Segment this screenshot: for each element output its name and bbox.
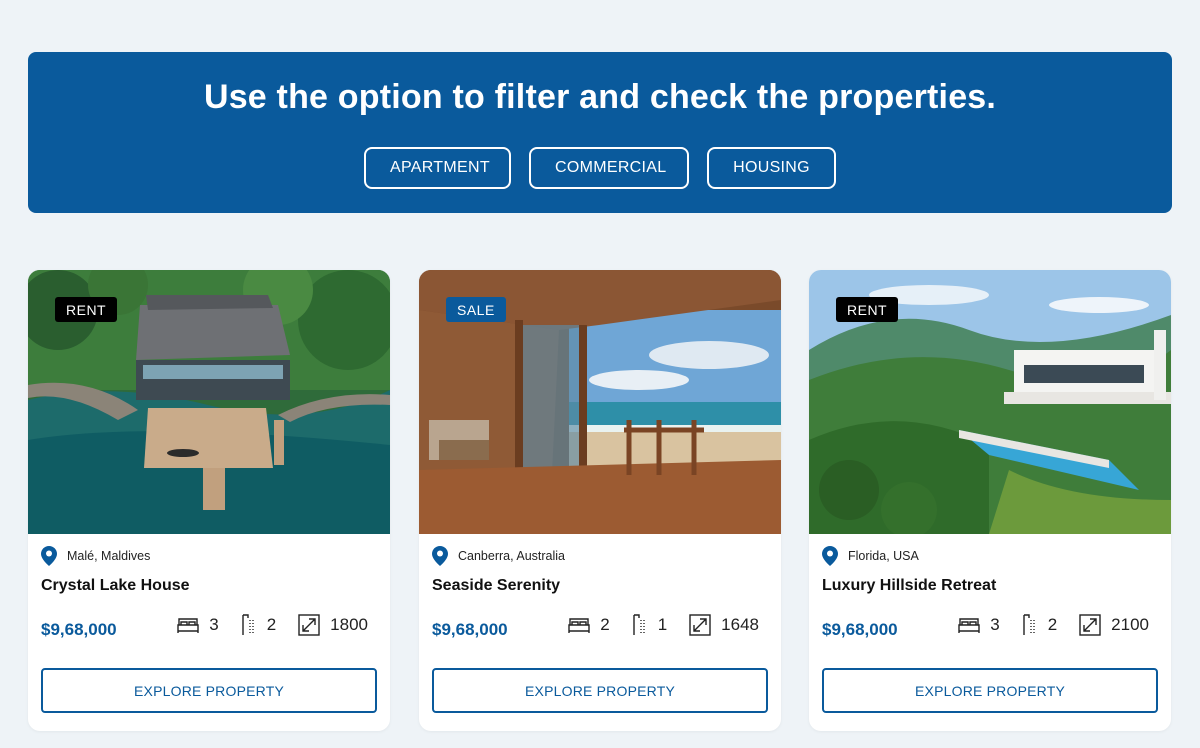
filter-banner: Use the option to filter and check the p… — [28, 52, 1172, 213]
area-feature: 2100 — [1079, 614, 1149, 636]
property-price: $9,68,000 — [432, 620, 508, 639]
bed-icon — [568, 618, 590, 633]
baths-feature: 2 — [1022, 614, 1057, 636]
property-card: RENT Malé, Maldives Crystal Lake House $… — [28, 270, 390, 731]
beds-count: 2 — [600, 615, 610, 634]
location-text: Florida, USA — [848, 549, 919, 563]
map-pin-icon — [432, 546, 448, 566]
explore-property-button[interactable]: EXPLORE PROPERTY — [41, 668, 377, 713]
area-size: 1800 — [330, 615, 368, 634]
beds-count: 3 — [209, 615, 219, 634]
filter-housing[interactable]: HOUSING — [707, 147, 836, 189]
filter-commercial[interactable]: COMMERCIAL — [529, 147, 689, 189]
filter-group: APARTMENT COMMERCIAL HOUSING — [364, 147, 836, 189]
property-card: RENT Florida, USA Luxury Hillside Retrea… — [809, 270, 1171, 731]
area-feature: 1800 — [298, 614, 368, 636]
baths-feature: 2 — [241, 614, 276, 636]
area-expand-icon — [689, 614, 711, 636]
property-location: Canberra, Australia — [432, 546, 565, 566]
beds-count: 3 — [990, 615, 1000, 634]
property-price: $9,68,000 — [822, 620, 898, 639]
status-badge: SALE — [446, 297, 506, 322]
bed-icon — [177, 618, 199, 633]
property-title: Crystal Lake House — [41, 577, 190, 594]
status-badge: RENT — [55, 297, 118, 322]
property-image[interactable]: RENT — [28, 270, 390, 534]
property-image[interactable]: SALE — [419, 270, 781, 534]
property-title: Luxury Hillside Retreat — [822, 577, 997, 594]
beds-feature: 3 — [177, 615, 219, 635]
property-card: SALE Canberra, Australia Seaside Serenit… — [419, 270, 781, 731]
area-expand-icon — [298, 614, 320, 636]
banner-heading: Use the option to filter and check the p… — [203, 78, 997, 116]
baths-count: 1 — [657, 615, 668, 634]
area-size: 1648 — [721, 615, 759, 634]
shower-icon — [242, 614, 254, 635]
property-title: Seaside Serenity — [432, 577, 561, 594]
baths-feature: 1 — [632, 614, 667, 636]
area-feature: 1648 — [689, 614, 759, 636]
status-badge: RENT — [836, 297, 899, 322]
filter-apartment[interactable]: APARTMENT — [364, 147, 511, 189]
property-features: 2 1 1648 — [546, 614, 759, 636]
property-features: 3 2 1800 — [155, 614, 368, 636]
area-size: 2100 — [1111, 615, 1149, 634]
location-text: Canberra, Australia — [458, 549, 566, 563]
beds-feature: 3 — [958, 615, 1000, 635]
beds-feature: 2 — [568, 615, 610, 635]
shower-icon — [1023, 614, 1035, 635]
shower-icon — [633, 614, 645, 635]
property-features: 3 2 2100 — [936, 614, 1149, 636]
explore-property-button[interactable]: EXPLORE PROPERTY — [432, 668, 768, 713]
property-location: Florida, USA — [822, 546, 919, 566]
baths-count: 2 — [1047, 615, 1058, 634]
location-text: Malé, Maldives — [67, 549, 151, 563]
map-pin-icon — [822, 546, 838, 566]
baths-count: 2 — [266, 615, 277, 634]
property-location: Malé, Maldives — [41, 546, 150, 566]
explore-property-button[interactable]: EXPLORE PROPERTY — [822, 668, 1158, 713]
map-pin-icon — [41, 546, 57, 566]
property-price: $9,68,000 — [41, 620, 117, 639]
area-expand-icon — [1079, 614, 1101, 636]
property-image[interactable]: RENT — [809, 270, 1171, 534]
bed-icon — [958, 618, 980, 633]
